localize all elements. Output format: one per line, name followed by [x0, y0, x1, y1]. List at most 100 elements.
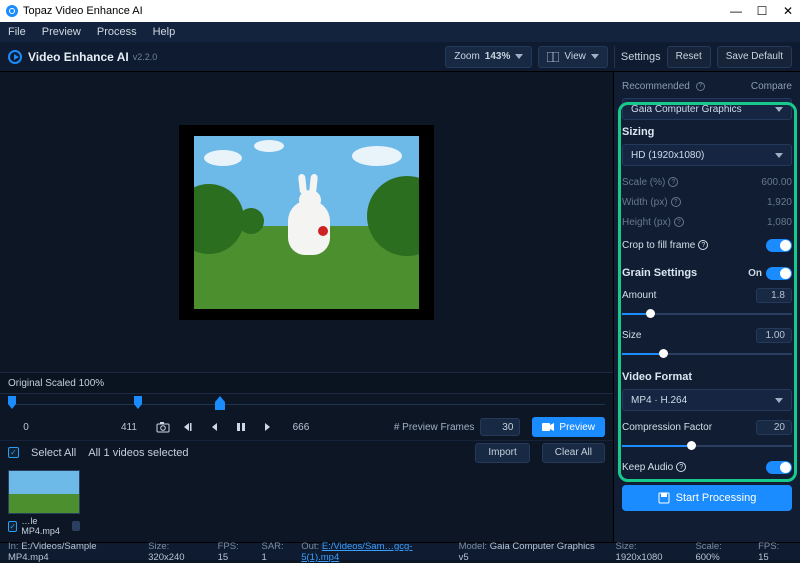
keep-audio-row: Keep Audio? [622, 457, 792, 477]
scale-field: Scale (%)?600.00 [622, 172, 792, 192]
compression-slider[interactable] [622, 439, 792, 453]
video-still [194, 136, 419, 309]
window-maximize-button[interactable]: ☐ [756, 4, 768, 18]
menu-process[interactable]: Process [97, 26, 137, 38]
chevron-down-icon [775, 398, 783, 403]
chevron-down-icon [775, 107, 783, 112]
grain-on-toggle[interactable] [766, 267, 792, 280]
status-in-path: E:/Videos/Sample MP4.mp4 [8, 541, 97, 563]
app-version: v2.2.0 [133, 52, 158, 62]
video-frame[interactable] [179, 125, 434, 320]
compression-value[interactable]: 20 [756, 420, 792, 435]
grain-section-title: Grain Settings On [622, 267, 792, 279]
zoom-control[interactable]: Zoom 143% [445, 46, 532, 68]
snapshot-button[interactable] [153, 418, 173, 436]
playback-toolbar: 0 411 666 # Preview Frames 30 Preview [0, 414, 613, 440]
video-list-bar: ✓ Select All All 1 videos selected Impor… [0, 440, 613, 464]
grain-size-row: Size1.00 [622, 325, 792, 345]
menu-file[interactable]: File [8, 26, 26, 38]
size-preset-dropdown[interactable]: HD (1920x1080) [622, 144, 792, 166]
start-processing-button[interactable]: Start Processing [622, 485, 792, 511]
grain-size-slider[interactable] [622, 347, 792, 361]
status-bar: In: E:/Videos/Sample MP4.mp4 Size: 320x2… [0, 542, 800, 560]
width-field: Width (px)?1,920 [622, 192, 792, 212]
chevron-down-icon [775, 153, 783, 158]
divider [614, 46, 615, 68]
playhead-handle[interactable] [215, 396, 225, 410]
frame-end: 666 [283, 422, 319, 433]
help-icon[interactable]: ? [676, 462, 686, 472]
preview-button[interactable]: Preview [532, 417, 605, 437]
menu-help[interactable]: Help [153, 26, 176, 38]
app-icon [6, 5, 18, 17]
crop-fill-toggle[interactable] [766, 239, 792, 252]
model-dropdown[interactable]: Gaia Computer Graphics [622, 98, 792, 120]
selected-count-label: All 1 videos selected [88, 447, 188, 459]
select-all-label[interactable]: Select All [31, 447, 76, 459]
compare-link[interactable]: Compare [751, 81, 792, 92]
view-label: View [564, 51, 586, 62]
recommended-label: Recommended [622, 81, 690, 92]
grain-amount-value[interactable]: 1.8 [756, 288, 792, 303]
grain-size-value[interactable]: 1.00 [756, 328, 792, 343]
skip-back-button[interactable] [179, 418, 199, 436]
help-icon[interactable]: ? [696, 82, 705, 91]
window-title: Topaz Video Enhance AI [23, 5, 143, 17]
app-title: Video Enhance AI [28, 50, 129, 64]
main-left-pane: Original Scaled 100% 0 411 666 # Preview… [0, 72, 613, 542]
menu-preview[interactable]: Preview [42, 26, 81, 38]
thumb-checkbox[interactable]: ✓ [8, 521, 17, 532]
help-icon[interactable]: ? [668, 177, 678, 187]
video-format-title: Video Format [622, 371, 792, 383]
window-titlebar: Topaz Video Enhance AI — ☐ ✕ [0, 0, 800, 22]
pause-button[interactable] [231, 418, 251, 436]
timeline[interactable] [0, 394, 613, 414]
frame-start: 0 [8, 422, 44, 433]
lock-icon [72, 521, 80, 531]
window-minimize-button[interactable]: — [730, 4, 742, 18]
preview-scale-label: Original Scaled 100% [0, 372, 613, 394]
sizing-section-title: Sizing [622, 126, 792, 138]
zoom-label: Zoom [454, 51, 480, 62]
save-icon [658, 492, 670, 504]
help-icon[interactable]: ? [674, 217, 684, 227]
compression-row: Compression Factor20 [622, 417, 792, 437]
grain-amount-slider[interactable] [622, 307, 792, 321]
save-default-button[interactable]: Save Default [717, 46, 792, 68]
height-field: Height (px)?1,080 [622, 212, 792, 232]
chevron-down-icon [515, 54, 523, 59]
zoom-value: 143% [485, 51, 511, 62]
crop-fill-row: Crop to fill frame? [622, 235, 792, 255]
keep-audio-toggle[interactable] [766, 461, 792, 474]
clear-all-button[interactable]: Clear All [542, 443, 605, 463]
import-button[interactable]: Import [475, 443, 529, 463]
camera-icon [542, 422, 554, 432]
app-top-bar: Video Enhance AI v2.2.0 Zoom 143% View S… [0, 42, 800, 72]
step-back-button[interactable] [205, 418, 225, 436]
app-logo-icon [8, 50, 22, 64]
preview-frames-input[interactable]: 30 [480, 418, 520, 436]
settings-label: Settings [621, 51, 661, 63]
frame-current: 411 [111, 422, 147, 433]
thumb-image [8, 470, 80, 514]
video-thumb-item[interactable]: ✓ …le MP4.mp4 [8, 470, 80, 536]
settings-panel: Recommended ? Compare Gaia Computer Grap… [613, 72, 800, 542]
help-icon[interactable]: ? [698, 240, 708, 250]
thumb-filename: …le MP4.mp4 [21, 516, 68, 536]
chevron-down-icon [591, 54, 599, 59]
window-close-button[interactable]: ✕ [782, 4, 794, 18]
select-all-checkbox[interactable]: ✓ [8, 447, 19, 458]
step-fwd-button[interactable] [257, 418, 277, 436]
help-icon[interactable]: ? [671, 197, 681, 207]
range-end-handle[interactable] [134, 396, 144, 410]
range-start-handle[interactable] [8, 396, 18, 410]
reset-button[interactable]: Reset [667, 46, 711, 68]
view-icon [547, 52, 559, 62]
preview-area [0, 72, 613, 372]
preview-frames-label: # Preview Frames [394, 422, 475, 433]
video-format-dropdown[interactable]: MP4 · H.264 [622, 389, 792, 411]
view-control[interactable]: View [538, 46, 608, 68]
grain-amount-row: Amount1.8 [622, 285, 792, 305]
menu-bar: File Preview Process Help [0, 22, 800, 42]
video-thumb-strip: ✓ …le MP4.mp4 [0, 464, 613, 542]
